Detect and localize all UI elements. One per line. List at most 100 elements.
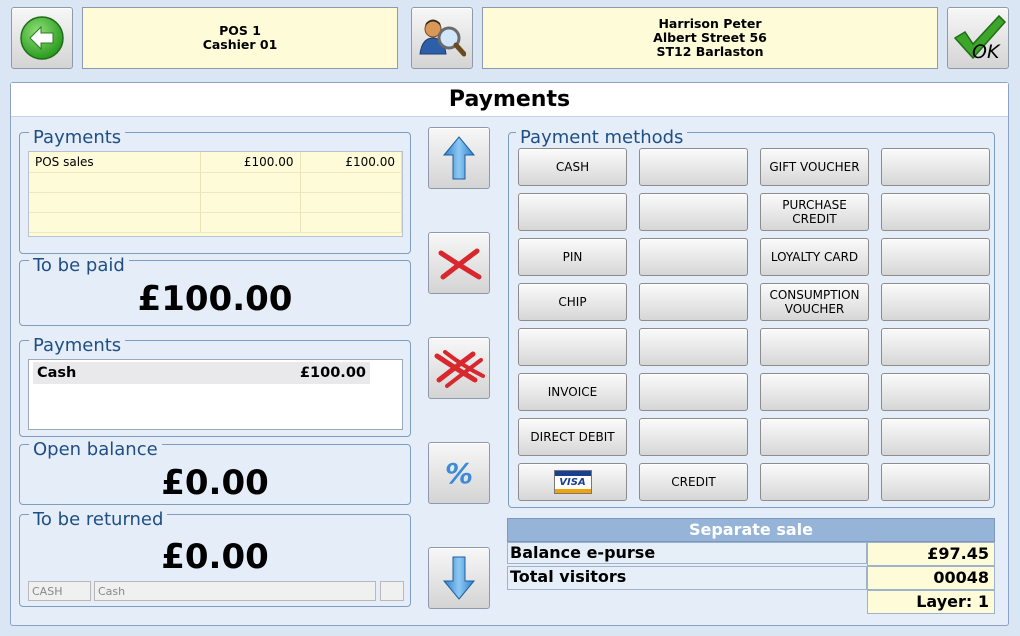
- discount-button[interactable]: %: [428, 442, 490, 504]
- pay-empty-button[interactable]: [639, 418, 748, 456]
- arrow-down-icon: [442, 556, 476, 600]
- pay-credit-button[interactable]: CREDIT: [639, 463, 748, 501]
- ok-button[interactable]: OK: [947, 7, 1009, 69]
- pay-empty-button[interactable]: [639, 238, 748, 276]
- payments-summary-legend: Payments: [29, 129, 126, 147]
- delete-all-payments-button[interactable]: [428, 337, 490, 399]
- delete-all-icon: [434, 350, 485, 388]
- pay-empty-button[interactable]: [518, 193, 627, 231]
- payments-list[interactable]: Cash £100.00: [28, 359, 403, 430]
- payment-method: Cash: [37, 365, 77, 381]
- pay-chip-button[interactable]: CHIP: [518, 283, 627, 321]
- pay-consumption-voucher-button[interactable]: CONSUMPTION VOUCHER: [760, 283, 869, 321]
- return-method-lookup-button[interactable]: [380, 581, 404, 601]
- pay-empty-button[interactable]: [639, 148, 748, 186]
- customer-search-button[interactable]: [411, 7, 473, 69]
- pos-info-box: POS 1 Cashier 01: [82, 7, 398, 69]
- row-description: [29, 192, 201, 213]
- row-amount: £100.00: [200, 152, 301, 173]
- payments-list-legend: Payments: [29, 337, 126, 355]
- pay-empty-button[interactable]: [639, 373, 748, 411]
- open-balance-legend: Open balance: [29, 441, 162, 459]
- total-visitors-label: Total visitors: [510, 567, 627, 586]
- customer-city: ST12 Barlaston: [656, 44, 764, 59]
- pay-purchase-credit-button[interactable]: PURCHASE CREDIT: [760, 193, 869, 231]
- cashier-label: Cashier 01: [202, 37, 278, 52]
- page-title: Payments: [11, 83, 1008, 117]
- row-amount: [200, 192, 301, 213]
- row-total: £100.00: [300, 152, 402, 173]
- pay-empty-button[interactable]: [881, 373, 990, 411]
- pay-empty-button[interactable]: [881, 418, 990, 456]
- pay-gift-voucher-button[interactable]: GIFT VOUCHER: [760, 148, 869, 186]
- table-row[interactable]: [29, 172, 402, 193]
- customer-info-box: Harrison Peter Albert Street 56 ST12 Bar…: [482, 7, 938, 69]
- row-amount: [200, 172, 301, 193]
- table-row[interactable]: [29, 212, 402, 233]
- to-be-paid-amount: £100.00: [137, 279, 293, 319]
- delete-payment-button[interactable]: [428, 232, 490, 294]
- pay-empty-button[interactable]: [760, 373, 869, 411]
- pay-visa-button[interactable]: VISA: [518, 463, 627, 501]
- pay-empty-button[interactable]: [760, 463, 869, 501]
- separate-sale-header: Separate sale: [507, 518, 995, 542]
- row-description: [29, 212, 201, 233]
- payments-summary-rows: POS sales £100.00 £100.00: [29, 152, 402, 233]
- pay-empty-button[interactable]: [760, 328, 869, 366]
- pos-label: POS 1: [219, 23, 261, 38]
- total-visitors-value: 00048: [867, 566, 995, 590]
- open-balance-amount: £0.00: [161, 463, 269, 503]
- customer-name: Harrison Peter: [658, 16, 762, 31]
- percent-icon: %: [444, 456, 474, 490]
- payments-list-group: Payments Cash £100.00: [19, 337, 411, 437]
- pay-empty-button[interactable]: [881, 238, 990, 276]
- back-button[interactable]: [11, 7, 73, 69]
- customer-search-icon: [419, 19, 466, 57]
- pay-pin-button[interactable]: PIN: [518, 238, 627, 276]
- pay-empty-button[interactable]: [760, 418, 869, 456]
- payments-summary-group: Payments POS sales £100.00 £100.00: [19, 129, 411, 254]
- to-be-paid-legend: To be paid: [29, 257, 129, 275]
- open-balance-group: Open balance £0.00: [19, 441, 411, 505]
- row-total: [300, 212, 402, 233]
- delete-x-icon: [438, 248, 482, 280]
- table-row[interactable]: POS sales £100.00 £100.00: [29, 152, 402, 173]
- arrow-up-icon: [442, 136, 476, 180]
- customer-street: Albert Street 56: [653, 30, 767, 45]
- scroll-up-button[interactable]: [428, 127, 490, 189]
- pay-direct-debit-button[interactable]: DIRECT DEBIT: [518, 418, 627, 456]
- pay-invoice-button[interactable]: INVOICE: [518, 373, 627, 411]
- balance-epurse-value: £97.45: [867, 542, 995, 566]
- pay-empty-button[interactable]: [639, 328, 748, 366]
- return-method-code-field[interactable]: CASH: [28, 581, 91, 601]
- pay-empty-button[interactable]: [881, 463, 990, 501]
- pay-empty-button[interactable]: [881, 148, 990, 186]
- payment-entry[interactable]: Cash £100.00: [33, 362, 370, 384]
- to-be-paid-group: To be paid £100.00: [19, 257, 411, 326]
- pay-loyalty-card-button[interactable]: LOYALTY CARD: [760, 238, 869, 276]
- total-visitors-row: Total visitors: [507, 566, 867, 590]
- to-be-returned-legend: To be returned: [29, 511, 168, 529]
- pay-empty-button[interactable]: [881, 193, 990, 231]
- pay-empty-button[interactable]: [639, 283, 748, 321]
- pay-empty-button[interactable]: [881, 328, 990, 366]
- to-be-returned-amount: £0.00: [161, 537, 269, 577]
- ok-label: OK: [972, 41, 1000, 63]
- return-method-name-field[interactable]: Cash: [94, 581, 376, 601]
- pay-empty-button[interactable]: [518, 328, 627, 366]
- pay-empty-button[interactable]: [881, 283, 990, 321]
- layer-indicator: Layer: 1: [867, 590, 995, 614]
- visa-logo-text: VISA: [559, 476, 586, 488]
- balance-epurse-row: Balance e-purse: [507, 542, 867, 564]
- pay-empty-button[interactable]: [639, 193, 748, 231]
- pay-cash-button[interactable]: CASH: [518, 148, 627, 186]
- to-be-returned-group: To be returned £0.00 CASH Cash: [19, 511, 411, 607]
- payment-amount: £100.00: [299, 365, 366, 381]
- row-description: POS sales: [29, 152, 201, 173]
- visa-card-icon: VISA: [553, 470, 592, 494]
- scroll-down-button[interactable]: [428, 547, 490, 609]
- table-row[interactable]: [29, 192, 402, 213]
- row-total: [300, 192, 402, 213]
- payment-methods-legend: Payment methods: [516, 129, 688, 147]
- row-description: [29, 172, 201, 193]
